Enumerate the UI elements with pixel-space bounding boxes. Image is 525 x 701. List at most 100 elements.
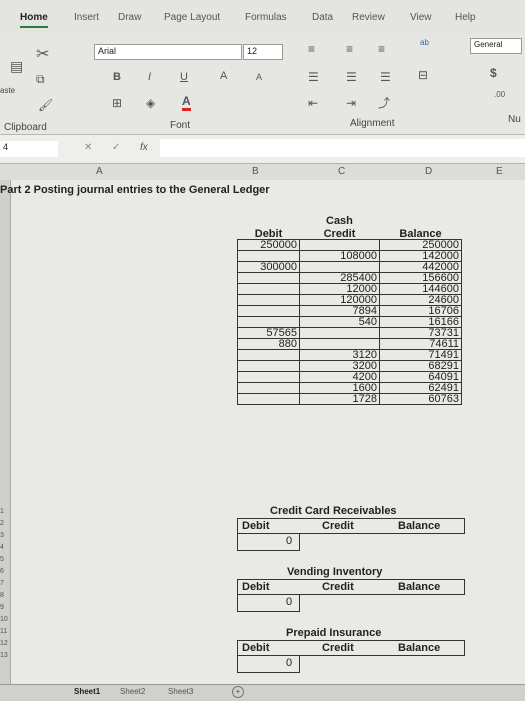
- cash-credit-cell[interactable]: 3200: [299, 360, 380, 372]
- format-painter-icon[interactable]: 🖌: [38, 98, 53, 112]
- cash-balance-cell[interactable]: 74611: [379, 338, 462, 350]
- sheet-tab-3[interactable]: Sheet3: [168, 687, 193, 696]
- cash-credit-cell[interactable]: [299, 261, 380, 273]
- cash-credit-cell[interactable]: [299, 327, 380, 339]
- decimal-button[interactable]: .00: [494, 90, 505, 99]
- cash-balance-cell[interactable]: 442000: [379, 261, 462, 273]
- cash-balance-cell[interactable]: 16166: [379, 316, 462, 328]
- font-name-select[interactable]: Arial: [94, 44, 242, 60]
- cash-debit-cell[interactable]: 57565: [237, 327, 300, 339]
- function-icon[interactable]: fx: [140, 142, 148, 153]
- column-header-e[interactable]: E: [496, 166, 503, 177]
- cash-header-debit[interactable]: Debit: [238, 229, 300, 240]
- tab-formulas[interactable]: Formulas: [245, 12, 287, 23]
- cash-credit-cell[interactable]: 285400: [299, 272, 380, 284]
- row-header[interactable]: 8: [0, 592, 4, 599]
- cash-balance-cell[interactable]: 64091: [379, 371, 462, 383]
- sheet-title[interactable]: Part 2 Posting journal entries to the Ge…: [0, 184, 270, 196]
- account-debit-value[interactable]: 0: [286, 596, 292, 608]
- row-header[interactable]: 5: [0, 556, 4, 563]
- increase-font-button[interactable]: A: [220, 70, 227, 82]
- tab-data[interactable]: Data: [312, 12, 333, 23]
- cancel-icon[interactable]: ✕: [84, 142, 92, 153]
- account-debit-value[interactable]: 0: [286, 535, 292, 547]
- row-header[interactable]: 9: [0, 604, 4, 611]
- account-header-credit[interactable]: Credit: [322, 581, 354, 593]
- decrease-font-button[interactable]: A: [256, 72, 262, 82]
- tab-home[interactable]: Home: [20, 12, 48, 28]
- align-middle-icon[interactable]: ≡: [346, 42, 353, 56]
- account-header-debit[interactable]: Debit: [242, 520, 270, 532]
- cash-balance-cell[interactable]: 250000: [379, 239, 462, 251]
- cash-debit-cell[interactable]: [237, 305, 300, 317]
- cash-balance-cell[interactable]: 142000: [379, 250, 462, 262]
- row-header[interactable]: 12: [0, 640, 8, 647]
- cut-icon[interactable]: ✂: [36, 44, 49, 64]
- add-sheet-button[interactable]: +: [232, 686, 244, 698]
- row-header[interactable]: 2: [0, 520, 4, 527]
- cash-balance-cell[interactable]: 62491: [379, 382, 462, 394]
- tab-view[interactable]: View: [410, 12, 432, 23]
- cash-credit-cell[interactable]: 3120: [299, 349, 380, 361]
- row-header[interactable]: 13: [0, 652, 8, 659]
- cash-debit-cell[interactable]: 880: [237, 338, 300, 350]
- bold-button[interactable]: B: [113, 71, 121, 83]
- paste-label[interactable]: aste: [0, 86, 15, 95]
- cash-credit-cell[interactable]: 120000: [299, 294, 380, 306]
- cash-debit-cell[interactable]: 250000: [237, 239, 300, 251]
- copy-icon[interactable]: ⧉: [36, 72, 45, 87]
- cash-debit-cell[interactable]: [237, 272, 300, 284]
- orientation-icon[interactable]: ⤴: [378, 94, 390, 111]
- account-header-debit[interactable]: Debit: [242, 642, 270, 654]
- account-header-balance[interactable]: Balance: [398, 520, 440, 532]
- tab-review[interactable]: Review: [352, 12, 385, 23]
- column-header-c[interactable]: C: [338, 166, 345, 177]
- cash-balance-cell[interactable]: 156600: [379, 272, 462, 284]
- cash-credit-cell[interactable]: 7894: [299, 305, 380, 317]
- cash-credit-cell[interactable]: 108000: [299, 250, 380, 262]
- tab-page-layout[interactable]: Page Layout: [164, 12, 220, 23]
- cash-credit-cell[interactable]: 12000: [299, 283, 380, 295]
- account-header-credit[interactable]: Credit: [322, 520, 354, 532]
- font-color-button[interactable]: A: [182, 94, 191, 111]
- borders-icon[interactable]: ⊞: [112, 96, 122, 110]
- cash-debit-cell[interactable]: [237, 382, 300, 394]
- account-header-debit[interactable]: Debit: [242, 581, 270, 593]
- cash-balance-cell[interactable]: 73731: [379, 327, 462, 339]
- column-header-a[interactable]: A: [96, 166, 103, 177]
- account-title[interactable]: Credit Card Receivables: [270, 505, 397, 517]
- cash-balance-cell[interactable]: 144600: [379, 283, 462, 295]
- cash-credit-cell[interactable]: 4200: [299, 371, 380, 383]
- cash-balance-cell[interactable]: 60763: [379, 393, 462, 405]
- underline-button[interactable]: U: [180, 71, 188, 83]
- cash-debit-cell[interactable]: [237, 349, 300, 361]
- cash-balance-cell[interactable]: 24600: [379, 294, 462, 306]
- cash-account-title[interactable]: Cash: [326, 215, 353, 227]
- cash-debit-cell[interactable]: [237, 393, 300, 405]
- paste-icon[interactable]: ▤: [10, 58, 23, 75]
- sheet-tab-2[interactable]: Sheet2: [120, 687, 145, 696]
- cash-debit-cell[interactable]: [237, 294, 300, 306]
- fill-color-icon[interactable]: ◈: [146, 96, 155, 110]
- row-header[interactable]: 4: [0, 544, 4, 551]
- tab-draw[interactable]: Draw: [118, 12, 141, 23]
- tab-insert[interactable]: Insert: [74, 12, 99, 23]
- column-header-d[interactable]: D: [425, 166, 432, 177]
- cash-balance-cell[interactable]: 68291: [379, 360, 462, 372]
- account-header-credit[interactable]: Credit: [322, 642, 354, 654]
- row-header[interactable]: 3: [0, 532, 4, 539]
- align-right-icon[interactable]: ☰: [380, 70, 391, 84]
- wrap-text-button[interactable]: ab: [420, 38, 429, 47]
- cash-debit-cell[interactable]: [237, 283, 300, 295]
- row-header[interactable]: 1: [0, 508, 4, 515]
- align-bottom-icon[interactable]: ≡: [378, 42, 385, 56]
- cash-credit-cell[interactable]: [299, 239, 380, 251]
- decrease-indent-icon[interactable]: ⇤: [308, 96, 318, 110]
- row-header[interactable]: 6: [0, 568, 4, 575]
- increase-indent-icon[interactable]: ⇥: [346, 96, 356, 110]
- align-top-icon[interactable]: ≡: [308, 42, 315, 56]
- align-left-icon[interactable]: ☰: [308, 70, 319, 84]
- formula-input[interactable]: [160, 139, 525, 157]
- cash-balance-cell[interactable]: 16706: [379, 305, 462, 317]
- align-center-icon[interactable]: ☰: [346, 70, 357, 84]
